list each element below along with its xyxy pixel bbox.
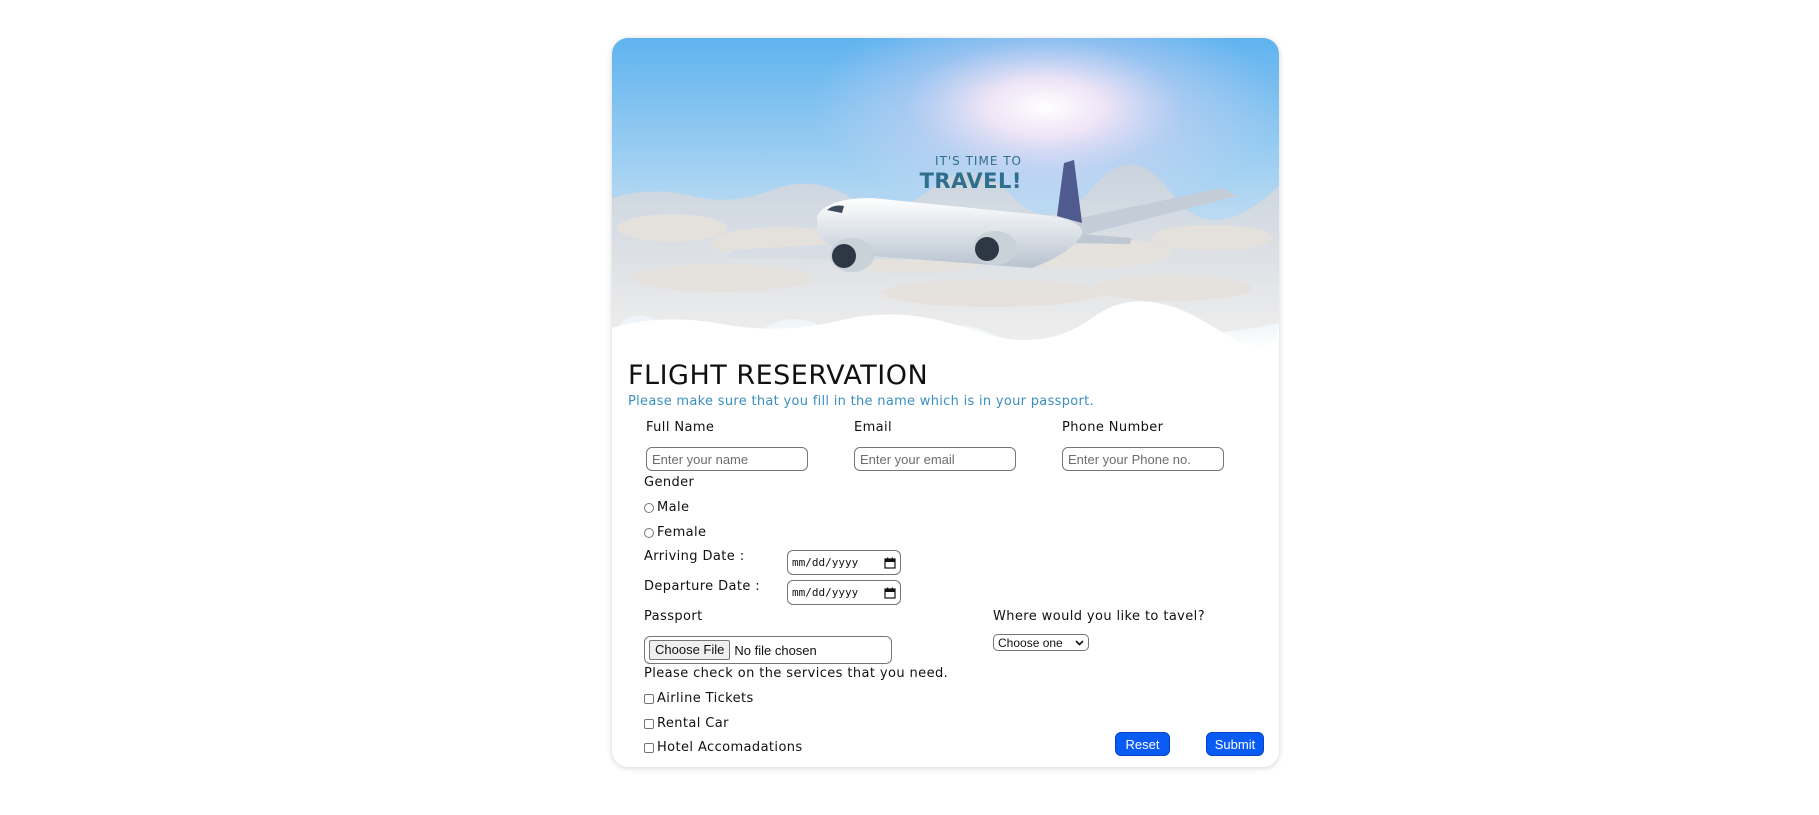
hero-banner: IT'S TIME TO TRAVEL! [612,38,1279,353]
service-option-hotel[interactable]: Hotel Accomadations [644,740,803,755]
destination-label: Where would you like to tavel? [993,609,1205,624]
male-radio[interactable] [644,502,654,513]
arriving-date-label: Arriving Date : [644,549,745,564]
reset-button[interactable]: Reset [1115,732,1170,756]
hotel-checkbox[interactable] [644,742,654,753]
calendar-icon[interactable] [884,557,896,569]
tagline-big: TRAVEL! [919,169,1022,193]
full-name-input[interactable] [646,447,808,471]
airline-checkbox[interactable] [644,693,654,704]
phone-label: Phone Number [1062,420,1164,435]
service-option-airline[interactable]: Airline Tickets [644,691,754,706]
gender-option-male[interactable]: Male [644,500,689,515]
passport-label: Passport [644,609,703,624]
chevron-down-icon [1075,639,1084,646]
email-input[interactable] [854,447,1016,471]
gender-label: Gender [644,475,695,490]
email-label: Email [854,420,893,435]
reservation-card: IT'S TIME TO TRAVEL! FLIGHT RESERVATION … [612,38,1279,767]
form-subtitle: Please make sure that you fill in the na… [628,394,1094,409]
hotel-label: Hotel Accomadations [657,740,803,755]
form-title: FLIGHT RESERVATION [628,360,929,391]
rental-car-checkbox[interactable] [644,718,654,729]
choose-file-button[interactable]: Choose File [649,640,731,660]
phone-input[interactable] [1062,447,1224,471]
service-option-rental-car[interactable]: Rental Car [644,716,729,731]
rental-car-label: Rental Car [657,716,729,731]
services-label: Please check on the services that you ne… [644,666,949,681]
female-radio[interactable] [644,527,654,538]
departure-date-input[interactable]: mm/dd/yyyy [787,580,901,605]
destination-selected: Choose one [998,635,1063,650]
airplane-cloud-image [612,38,1279,353]
male-label: Male [657,500,690,515]
submit-button[interactable]: Submit [1206,732,1264,756]
departure-date-value: mm/dd/yyyy [792,586,859,599]
destination-select[interactable]: Choose one [993,634,1089,651]
hero-tagline: IT'S TIME TO TRAVEL! [920,154,1022,193]
female-label: Female [657,525,707,540]
gender-option-female[interactable]: Female [644,525,706,540]
calendar-icon[interactable] [884,587,896,599]
file-status: No file chosen [734,642,817,658]
arriving-date-value: mm/dd/yyyy [792,556,859,569]
tagline-small: IT'S TIME TO [935,154,1022,168]
airline-label: Airline Tickets [657,691,754,706]
passport-file-input[interactable]: Choose File No file chosen [644,636,892,664]
full-name-label: Full Name [646,420,715,435]
departure-date-label: Departure Date : [644,579,761,594]
arriving-date-input[interactable]: mm/dd/yyyy [787,550,901,575]
